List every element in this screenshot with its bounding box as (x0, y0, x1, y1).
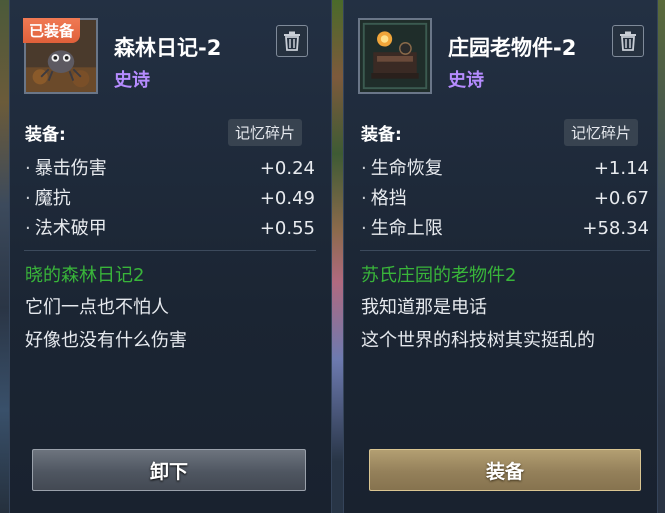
lore-line: 好像也没有什么伤害 (25, 330, 187, 351)
stat-value: +0.67 (593, 188, 649, 209)
stat-name: 格挡 (361, 184, 407, 214)
stat-name: 暴击伤害 (25, 154, 107, 184)
item-rarity: 史诗 (114, 70, 150, 91)
stat-value: +0.24 (259, 158, 315, 179)
background-scene-right (657, 0, 665, 513)
equipped-badge: 已装备 (23, 18, 81, 43)
stat-row: 格挡 +0.67 (361, 184, 649, 214)
trash-icon (620, 31, 636, 51)
stat-row: 暴击伤害 +0.24 (25, 154, 315, 184)
stat-value: +0.49 (259, 188, 315, 209)
item-card-candidate: 庄园老物件-2 史诗 装备: 记忆碎片 生命恢复 +1.14 格挡 +0.67 (343, 0, 658, 513)
stat-list: 暴击伤害 +0.24 魔抗 +0.49 法术破甲 +0.55 (25, 154, 315, 244)
item-name: 庄园老物件-2 (448, 36, 577, 60)
stat-value: +58.34 (582, 218, 649, 239)
delete-button[interactable] (276, 25, 308, 57)
trash-icon (284, 31, 300, 51)
stat-row: 法术破甲 +0.55 (25, 214, 315, 244)
category-tag: 记忆碎片 (228, 119, 303, 146)
lore-line: 我知道那是电话 (361, 297, 487, 318)
equip-button[interactable]: 装备 (369, 449, 641, 491)
category-tag: 记忆碎片 (564, 119, 639, 146)
lore-block: 晓的森林日记2 它们一点也不怕人 好像也没有什么伤害 (25, 261, 187, 357)
stat-name: 魔抗 (25, 184, 71, 214)
lore-line: 它们一点也不怕人 (25, 297, 169, 318)
lore-line: 这个世界的科技树其实挺乱的 (361, 330, 595, 351)
stat-row: 生命恢复 +1.14 (361, 154, 649, 184)
item-name: 森林日记-2 (114, 36, 222, 60)
stat-list: 生命恢复 +1.14 格挡 +0.67 生命上限 +58.34 (361, 154, 649, 244)
stat-name: 法术破甲 (25, 214, 107, 244)
unequip-button[interactable]: 卸下 (32, 449, 306, 491)
stat-name: 生命恢复 (361, 154, 443, 184)
item-card-equipped: 已装备 森林日记-2 史诗 装备: 记忆碎片 暴击伤害 +0.24 魔抗 +0.… (9, 0, 332, 513)
equip-section-label: 装备: (25, 125, 66, 145)
memory-fragment-compare-view: 已装备 森林日记-2 史诗 装备: 记忆碎片 暴击伤害 +0.24 魔抗 +0.… (0, 0, 665, 513)
stat-value: +0.55 (259, 218, 315, 239)
item-rarity: 史诗 (448, 70, 484, 91)
lore-title: 晓的森林日记2 (25, 265, 145, 286)
delete-button[interactable] (612, 25, 644, 57)
divider (360, 250, 650, 251)
lore-block: 苏氏庄园的老物件2 我知道那是电话 这个世界的科技树其实挺乱的 (361, 261, 595, 357)
item-thumbnail (358, 18, 432, 94)
stat-row: 魔抗 +0.49 (25, 184, 315, 214)
stat-value: +1.14 (593, 158, 649, 179)
lore-title: 苏氏庄园的老物件2 (361, 265, 517, 286)
divider (24, 250, 316, 251)
stat-row: 生命上限 +58.34 (361, 214, 649, 244)
equip-section-label: 装备: (361, 125, 402, 145)
stat-name: 生命上限 (361, 214, 443, 244)
old-telephone-image (360, 20, 430, 92)
